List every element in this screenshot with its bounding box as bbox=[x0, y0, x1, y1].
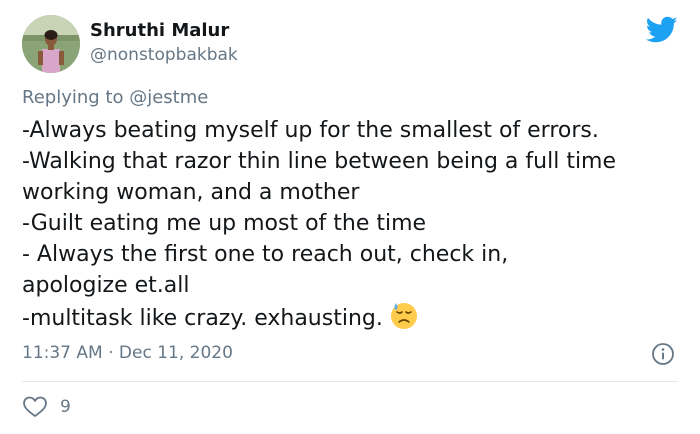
avatar[interactable] bbox=[22, 15, 80, 73]
tweet-line: -Guilt eating me up most of the time bbox=[22, 211, 427, 236]
tweet-text: -Always beating myself up for the smalle… bbox=[22, 115, 682, 334]
reply-context: Replying to @jestme bbox=[22, 87, 208, 108]
info-icon[interactable] bbox=[651, 342, 675, 366]
divider bbox=[22, 381, 678, 382]
tweet-line-last: -multitask like crazy. exhausting. bbox=[22, 301, 682, 334]
timestamp-date: Dec 11, 2020 bbox=[118, 343, 233, 363]
reply-mention[interactable]: @jestme bbox=[129, 87, 208, 108]
reply-prefix: Replying to bbox=[22, 87, 124, 108]
timestamp-time: 11:37 AM bbox=[22, 343, 103, 363]
tweet-line: -Always beating myself up for the smalle… bbox=[22, 118, 599, 143]
like-button[interactable]: 9 bbox=[22, 394, 71, 420]
tweet-card: Shruthi Malur @nonstopbakbak Replying to… bbox=[0, 0, 700, 434]
heart-icon[interactable] bbox=[22, 395, 48, 419]
like-count: 9 bbox=[60, 397, 71, 417]
tweet-line: - Always the first one to reach out, che… bbox=[22, 242, 509, 267]
downcast-face-with-sweat-emoji bbox=[389, 301, 419, 331]
tweet-line: apologize et.all bbox=[22, 273, 190, 298]
tweet-line: working woman, and a mother bbox=[22, 180, 360, 205]
author-name[interactable]: Shruthi Malur bbox=[90, 20, 229, 41]
twitter-bird-icon[interactable] bbox=[645, 16, 678, 44]
author-handle[interactable]: @nonstopbakbak bbox=[90, 45, 238, 65]
timestamp[interactable]: 11:37 AM · Dec 11, 2020 bbox=[22, 343, 233, 363]
tweet-line-text: -multitask like crazy. exhausting. bbox=[22, 306, 383, 331]
timestamp-separator: · bbox=[108, 343, 114, 363]
tweet-line: -Walking that razor thin line between be… bbox=[22, 149, 617, 174]
